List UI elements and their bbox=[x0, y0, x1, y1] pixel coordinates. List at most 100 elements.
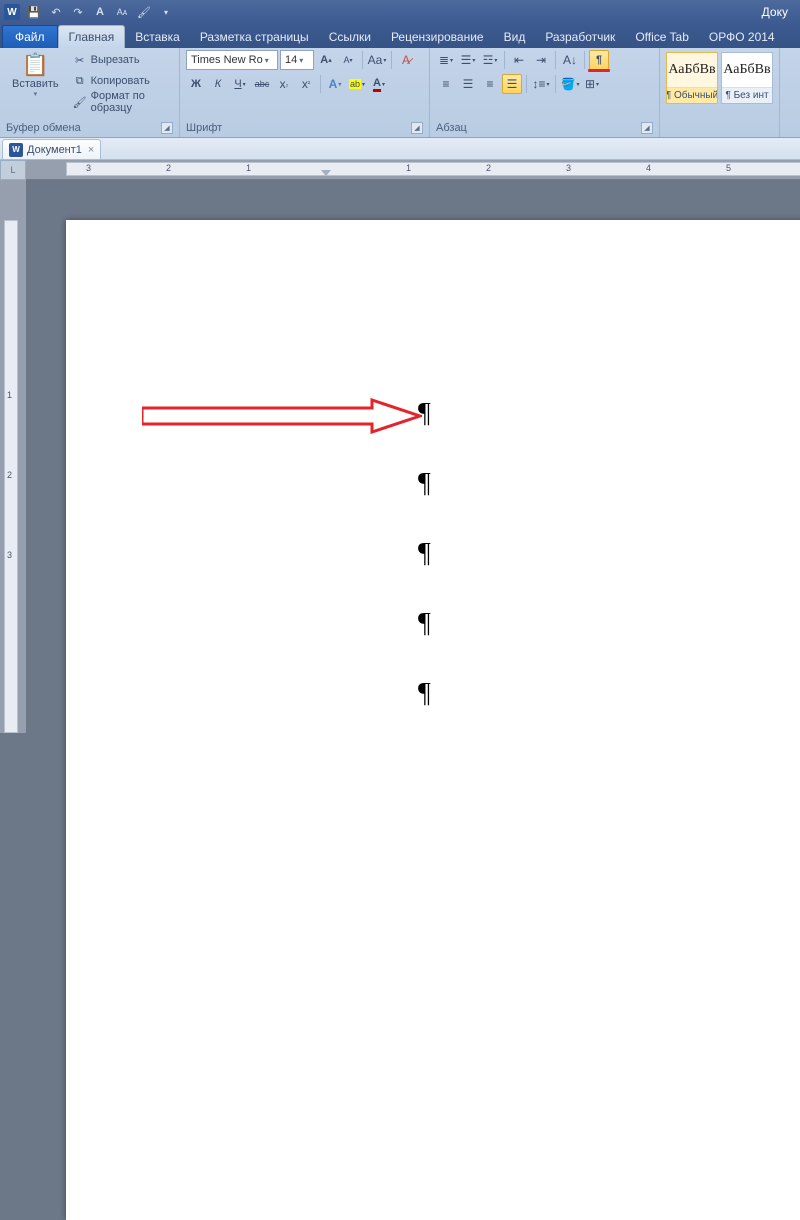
tab-insert[interactable]: Вставка bbox=[125, 26, 190, 48]
subscript-button[interactable]: x₂ bbox=[274, 74, 294, 94]
tab-developer[interactable]: Разработчик bbox=[535, 26, 625, 48]
group-font: Times New Ro▾ 14▾ A▴ A▾ Aa▾ A̷ Ж К Ч▾ ab… bbox=[180, 48, 430, 137]
save-icon[interactable]: 💾 bbox=[24, 2, 44, 22]
paragraph-dialog-launcher[interactable]: ◢ bbox=[641, 122, 653, 134]
font-name-combo[interactable]: Times New Ro▾ bbox=[186, 50, 278, 70]
sort-button[interactable]: A↓ bbox=[560, 50, 580, 70]
ruler-tick: 5 bbox=[726, 163, 731, 173]
tab-references[interactable]: Ссылки bbox=[319, 26, 381, 48]
format-painter-button[interactable]: 🖌 Формат по образцу bbox=[69, 92, 173, 112]
style-label: ¶ Обычный bbox=[667, 87, 717, 103]
shading-button[interactable]: 🪣▾ bbox=[560, 74, 580, 94]
tab-view[interactable]: Вид bbox=[494, 26, 536, 48]
font-dialog-launcher[interactable]: ◢ bbox=[411, 122, 423, 134]
underline-button[interactable]: Ч▾ bbox=[230, 74, 250, 94]
tab-review[interactable]: Рецензирование bbox=[381, 26, 494, 48]
close-tab-icon[interactable]: × bbox=[88, 144, 94, 156]
change-case-button[interactable]: Aa▾ bbox=[367, 50, 387, 70]
vertical-ruler[interactable]: 1 2 3 bbox=[0, 180, 26, 733]
highlight-button[interactable]: ab▾ bbox=[347, 74, 367, 94]
quick-access-toolbar: 💾 ↶ ↷ A Aᴀ 🖌 ▾ bbox=[24, 2, 176, 22]
ruler-tick: 2 bbox=[166, 163, 171, 173]
superscript-button[interactable]: x² bbox=[296, 74, 316, 94]
qat-customize-icon[interactable]: ▾ bbox=[156, 2, 176, 22]
align-left-button[interactable]: ≡ bbox=[436, 74, 456, 94]
undo-icon[interactable]: ↶ bbox=[46, 2, 66, 22]
pilcrow-mark: ¶ bbox=[418, 468, 431, 500]
decrease-indent-button[interactable]: ⇤ bbox=[509, 50, 529, 70]
word-doc-icon: W bbox=[9, 143, 23, 157]
group-paragraph: ≣▾ ☰▾ ☲▾ ⇤ ⇥ A↓ ¶ ≡ ☰ ≡ ☰ ↕≡▾ 🪣▾ ⊞▾ bbox=[430, 48, 660, 137]
increase-indent-button[interactable]: ⇥ bbox=[531, 50, 551, 70]
strikethrough-button[interactable]: abc bbox=[252, 74, 272, 94]
copy-label: Копировать bbox=[91, 75, 150, 87]
tab-page-layout[interactable]: Разметка страницы bbox=[190, 26, 319, 48]
title-bar: W 💾 ↶ ↷ A Aᴀ 🖌 ▾ Доку bbox=[0, 0, 800, 24]
ruler-tab-selector[interactable]: L bbox=[0, 160, 26, 180]
file-tab[interactable]: Файл bbox=[2, 25, 58, 48]
ruler-tick: 2 bbox=[486, 163, 491, 173]
group-paragraph-title: Абзац bbox=[436, 122, 467, 134]
font-grow-qat-icon[interactable]: A bbox=[90, 2, 110, 22]
annotation-arrow bbox=[142, 398, 422, 434]
copy-icon: ⧉ bbox=[73, 75, 87, 88]
pilcrow-mark: ¶ bbox=[418, 608, 431, 640]
horizontal-ruler[interactable]: 3 2 1 1 2 3 4 5 bbox=[26, 160, 800, 180]
cut-label: Вырезать bbox=[91, 54, 140, 66]
document-canvas[interactable]: ¶ ¶ ¶ ¶ ¶ bbox=[26, 180, 800, 733]
first-line-indent-marker[interactable] bbox=[321, 170, 331, 176]
ruler-tick: 4 bbox=[646, 163, 651, 173]
italic-button[interactable]: К bbox=[208, 74, 228, 94]
format-painter-label: Формат по образцу bbox=[91, 90, 169, 114]
text-effects-button[interactable]: A▾ bbox=[325, 74, 345, 94]
tab-office-tab[interactable]: Office Tab bbox=[625, 26, 699, 48]
ruler-tick: 1 bbox=[246, 163, 251, 173]
style-normal[interactable]: АаБбВв ¶ Обычный bbox=[666, 52, 718, 104]
line-spacing-button[interactable]: ↕≡▾ bbox=[531, 74, 551, 94]
group-clipboard-title: Буфер обмена bbox=[6, 122, 81, 134]
vruler-tick: 3 bbox=[7, 550, 12, 560]
grow-font-button[interactable]: A▴ bbox=[316, 50, 336, 70]
group-styles: АаБбВв ¶ Обычный АаБбВв ¶ Без инт bbox=[660, 48, 780, 137]
style-no-spacing[interactable]: АаБбВв ¶ Без инт bbox=[721, 52, 773, 104]
style-label: ¶ Без инт bbox=[722, 87, 772, 103]
shrink-font-button[interactable]: A▾ bbox=[338, 50, 358, 70]
borders-button[interactable]: ⊞▾ bbox=[582, 74, 602, 94]
numbering-button[interactable]: ☰▾ bbox=[458, 50, 478, 70]
redo-icon[interactable]: ↷ bbox=[68, 2, 88, 22]
multilevel-list-button[interactable]: ☲▾ bbox=[480, 50, 500, 70]
pilcrow-mark: ¶ bbox=[418, 398, 431, 430]
font-size-value: 14 bbox=[285, 54, 297, 66]
tab-orfo[interactable]: ОРФО 2014 bbox=[699, 26, 785, 48]
window-title: Доку bbox=[176, 5, 796, 19]
document-tab-name: Документ1 bbox=[27, 144, 82, 156]
paste-button[interactable]: 📋 Вставить ▾ bbox=[6, 50, 65, 100]
bullets-button[interactable]: ≣▾ bbox=[436, 50, 456, 70]
bold-button[interactable]: Ж bbox=[186, 74, 206, 94]
show-pilcrow-button[interactable]: ¶ bbox=[589, 50, 609, 70]
page[interactable]: ¶ ¶ ¶ ¶ ¶ bbox=[66, 220, 800, 1220]
clipboard-dialog-launcher[interactable]: ◢ bbox=[161, 122, 173, 134]
scissors-icon: ✂ bbox=[73, 54, 87, 67]
group-clipboard: 📋 Вставить ▾ ✂ Вырезать ⧉ Копировать 🖌 Форм… bbox=[0, 48, 180, 137]
align-center-button[interactable]: ☰ bbox=[458, 74, 478, 94]
cut-button[interactable]: ✂ Вырезать bbox=[69, 50, 173, 70]
style-preview: АаБбВв bbox=[667, 53, 717, 87]
paste-icon: 📋 bbox=[22, 52, 49, 78]
font-shrink-qat-icon[interactable]: Aᴀ bbox=[112, 2, 132, 22]
ruler-tick: 1 bbox=[406, 163, 411, 173]
font-size-combo[interactable]: 14▾ bbox=[280, 50, 314, 70]
document-tabs: W Документ1 × bbox=[0, 138, 800, 160]
word-app-icon: W bbox=[4, 4, 20, 20]
align-right-button[interactable]: ≡ bbox=[480, 74, 500, 94]
align-justify-button[interactable]: ☰ bbox=[502, 74, 522, 94]
font-color-button[interactable]: A▾ bbox=[369, 74, 389, 94]
clear-formatting-button[interactable]: A̷ bbox=[396, 50, 416, 70]
copy-button[interactable]: ⧉ Копировать bbox=[69, 71, 173, 91]
ribbon-tabs: Файл Главная Вставка Разметка страницы С… bbox=[0, 24, 800, 48]
document-tab[interactable]: W Документ1 × bbox=[2, 139, 101, 159]
brush-icon: 🖌 bbox=[73, 96, 87, 109]
format-painter-qat-icon[interactable]: 🖌 bbox=[134, 2, 154, 22]
tab-home[interactable]: Главная bbox=[58, 25, 126, 48]
ribbon: 📋 Вставить ▾ ✂ Вырезать ⧉ Копировать 🖌 Форм… bbox=[0, 48, 800, 138]
